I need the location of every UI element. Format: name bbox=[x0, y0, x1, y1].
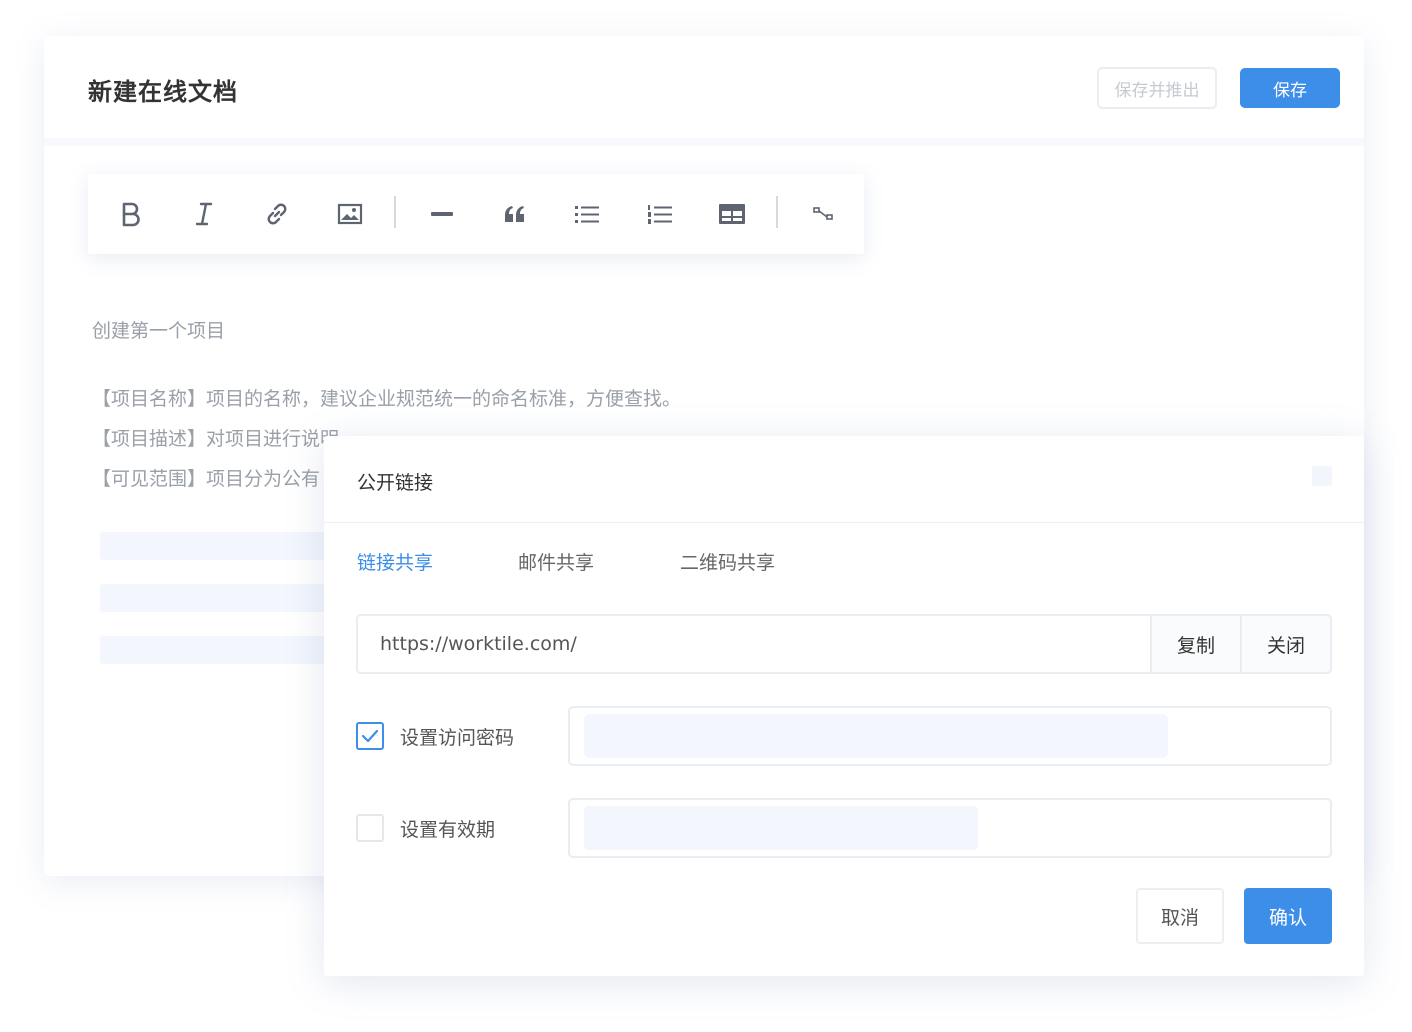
bullet-list-icon[interactable] bbox=[567, 194, 607, 234]
share-link-input[interactable] bbox=[358, 616, 1150, 672]
tab-qrcode-share[interactable]: 二维码共享 bbox=[680, 548, 775, 575]
bold-icon[interactable] bbox=[111, 194, 151, 234]
toolbar-divider bbox=[776, 196, 778, 228]
document-header: 新建在线文档 保存并推出 保存 bbox=[44, 36, 1364, 146]
password-field[interactable] bbox=[568, 706, 1332, 766]
content-line: 【项目名称】项目的名称，建议企业规范统一的命名标准，方便查找。 bbox=[92, 388, 682, 410]
password-checkbox[interactable] bbox=[356, 722, 384, 750]
quote-icon[interactable] bbox=[495, 194, 535, 234]
save-and-exit-button[interactable]: 保存并推出 bbox=[1097, 67, 1217, 109]
password-field-placeholder bbox=[584, 714, 1168, 758]
expiry-label: 设置有效期 bbox=[400, 818, 496, 841]
expiry-checkbox[interactable] bbox=[356, 814, 384, 842]
image-icon[interactable] bbox=[330, 194, 370, 234]
tab-email-share[interactable]: 邮件共享 bbox=[518, 548, 594, 575]
check-icon bbox=[361, 729, 379, 743]
confirm-button[interactable]: 确认 bbox=[1244, 888, 1332, 944]
close-link-button[interactable]: 关闭 bbox=[1240, 616, 1330, 672]
close-icon[interactable] bbox=[1312, 466, 1332, 486]
toolbar-divider bbox=[394, 196, 396, 228]
expiry-option[interactable]: 设置有效期 bbox=[356, 798, 495, 858]
expiry-field-placeholder bbox=[584, 806, 978, 850]
dialog-title: 公开链接 bbox=[357, 472, 434, 494]
horizontal-rule-icon[interactable] bbox=[422, 194, 462, 234]
password-label: 设置访问密码 bbox=[400, 726, 515, 749]
tab-link-share[interactable]: 链接共享 bbox=[357, 548, 433, 575]
password-option[interactable]: 设置访问密码 bbox=[356, 706, 514, 766]
italic-icon[interactable] bbox=[184, 194, 224, 234]
dialog-header: 公开链接 bbox=[324, 436, 1364, 523]
code-block-icon[interactable] bbox=[804, 194, 844, 234]
share-link-group: 复制 关闭 bbox=[356, 614, 1332, 674]
page-title: 新建在线文档 bbox=[88, 78, 238, 106]
editor-toolbar bbox=[88, 174, 864, 254]
copy-button[interactable]: 复制 bbox=[1150, 616, 1240, 672]
cancel-button[interactable]: 取消 bbox=[1136, 888, 1224, 944]
save-button[interactable]: 保存 bbox=[1240, 68, 1340, 108]
content-heading: 创建第一个项目 bbox=[92, 320, 226, 342]
ordered-list-icon[interactable] bbox=[640, 194, 680, 234]
link-icon[interactable] bbox=[257, 194, 297, 234]
expiry-field[interactable] bbox=[568, 798, 1332, 858]
share-link-dialog: 公开链接 链接共享 邮件共享 二维码共享 复制 关闭 设置访问密码 设置有效期 … bbox=[324, 436, 1364, 976]
table-icon[interactable] bbox=[712, 194, 752, 234]
